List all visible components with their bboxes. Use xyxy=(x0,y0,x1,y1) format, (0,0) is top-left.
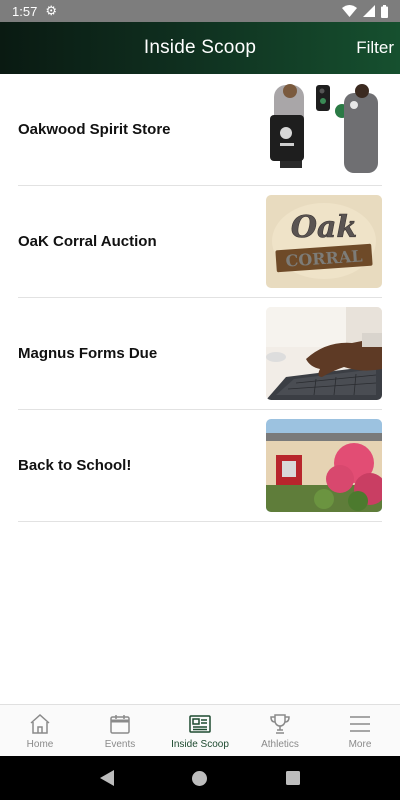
system-nav-bar xyxy=(0,756,400,800)
nav-inside-scoop[interactable]: Inside Scoop xyxy=(160,705,240,756)
nav-more-label: More xyxy=(348,738,372,750)
recents-square-icon xyxy=(286,771,301,785)
battery-icon xyxy=(381,4,388,18)
article-list: Oakwood Spirit Store OaK Corral Auction … xyxy=(0,74,400,522)
calendar-icon xyxy=(110,714,130,734)
corral-logo-top: Oak xyxy=(291,210,357,245)
item-title: OaK Corral Auction xyxy=(18,233,157,250)
school-roses-thumbnail xyxy=(266,419,382,512)
nav-athletics-label: Athletics xyxy=(261,738,299,750)
nav-home[interactable]: Home xyxy=(0,705,80,756)
page-title: Inside Scoop xyxy=(143,37,257,58)
menu-icon xyxy=(350,715,370,732)
wifi-icon xyxy=(342,5,357,17)
spirit-store-thumbnail xyxy=(266,83,382,176)
item-title: Back to School! xyxy=(18,457,132,474)
list-item[interactable]: OaK Corral Auction Oak CORRAL xyxy=(18,186,382,298)
system-recents-button[interactable] xyxy=(273,758,313,798)
cell-signal-icon xyxy=(363,5,375,17)
system-back-button[interactable] xyxy=(87,758,127,798)
list-item[interactable]: Oakwood Spirit Store xyxy=(18,74,382,186)
nav-more[interactable]: More xyxy=(320,705,400,756)
filter-button[interactable]: Filter xyxy=(356,38,394,58)
nav-athletics[interactable]: Athletics xyxy=(240,705,320,756)
trophy-icon xyxy=(270,713,290,734)
nav-inside-scoop-label: Inside Scoop xyxy=(171,738,229,750)
item-title: Magnus Forms Due xyxy=(18,345,158,362)
settings-gear-icon: ⚙ xyxy=(45,3,57,18)
app-header: Inside Scoop Filter xyxy=(0,22,400,74)
item-title: Oakwood Spirit Store xyxy=(18,121,171,138)
bottom-nav: Home Events Inside Scoop Athletics More xyxy=(0,704,400,756)
nav-events[interactable]: Events xyxy=(80,705,160,756)
status-time: 1:57 xyxy=(12,3,38,19)
home-icon xyxy=(30,713,50,734)
system-home-button[interactable] xyxy=(180,758,220,798)
home-circle-icon xyxy=(192,770,208,786)
oak-corral-thumbnail: Oak CORRAL xyxy=(266,195,382,288)
list-item[interactable]: Magnus Forms Due xyxy=(18,298,382,410)
nav-events-label: Events xyxy=(104,738,136,750)
newspaper-icon xyxy=(189,714,211,733)
list-item[interactable]: Back to School! xyxy=(18,410,382,522)
status-indicators xyxy=(342,4,388,18)
laptop-typing-thumbnail xyxy=(266,307,382,400)
back-triangle-icon xyxy=(99,770,114,786)
nav-home-label: Home xyxy=(26,738,54,750)
status-bar: 1:57 ⚙ xyxy=(0,0,400,22)
